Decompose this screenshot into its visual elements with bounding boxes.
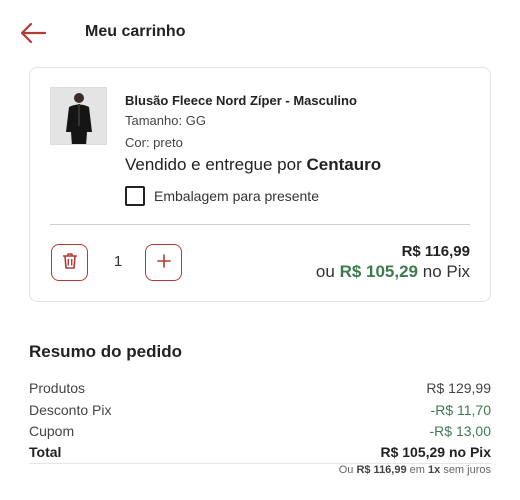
installments-amount: R$ 116,99 <box>356 464 407 476</box>
summary-value: -R$ 13,00 <box>429 423 491 439</box>
summary-value: R$ 129,99 <box>426 380 491 396</box>
quantity-value: 1 <box>113 253 123 270</box>
product-image[interactable] <box>50 87 107 145</box>
back-arrow-icon[interactable] <box>18 20 48 46</box>
total-value: R$ 105,29 no Pix <box>380 444 491 460</box>
increase-quantity-button[interactable] <box>145 244 182 281</box>
summary-label: Cupom <box>29 423 75 439</box>
pix-price: R$ 105,29 <box>339 262 419 281</box>
seller-info: Vendido e entregue por Centauro <box>125 155 381 175</box>
installments-count: 1x <box>428 464 441 476</box>
product-size: Tamanho: GG <box>125 113 206 128</box>
divider <box>50 224 470 225</box>
summary-row-pix-discount: Desconto Pix -R$ 11,70 <box>29 402 491 422</box>
summary-row-total: Total R$ 105,29 no Pix <box>29 444 491 464</box>
summary-value: -R$ 11,70 <box>430 402 491 418</box>
item-pix-price: ou R$ 105,29 no Pix <box>316 262 470 282</box>
installments-info: Ou R$ 116,99 em 1x sem juros <box>339 464 491 476</box>
summary-label: Desconto Pix <box>29 402 112 418</box>
summary-row-coupon: Cupom -R$ 13,00 <box>29 423 491 443</box>
seller-name: Centauro <box>306 155 382 174</box>
summary-label: Produtos <box>29 380 86 396</box>
product-name[interactable]: Blusão Fleece Nord Zíper - Masculino <box>125 93 357 108</box>
pix-suffix: no Pix <box>422 262 470 281</box>
pix-prefix: ou <box>315 262 335 281</box>
gift-wrap-option[interactable]: Embalagem para presente <box>125 185 319 207</box>
installments-suffix: sem juros <box>443 464 491 476</box>
product-color: Cor: preto <box>125 135 183 150</box>
seller-prefix: Vendido e entregue por <box>125 155 302 174</box>
gift-wrap-label: Embalagem para presente <box>154 188 319 204</box>
order-summary-title: Resumo do pedido <box>29 342 182 361</box>
header: Meu carrinho <box>0 0 520 66</box>
page-title: Meu carrinho <box>85 23 186 40</box>
summary-row-products: Produtos R$ 129,99 <box>29 380 491 400</box>
item-price: R$ 116,99 <box>401 243 470 260</box>
plus-icon <box>156 253 172 272</box>
total-label: Total <box>29 444 62 460</box>
remove-item-button[interactable] <box>51 244 88 281</box>
installments-middle: em <box>409 464 425 476</box>
installments-prefix: Ou <box>338 464 354 476</box>
gift-wrap-checkbox[interactable] <box>125 186 145 206</box>
cart-item-card: Blusão Fleece Nord Zíper - Masculino Tam… <box>29 67 491 302</box>
trash-icon <box>60 251 80 274</box>
